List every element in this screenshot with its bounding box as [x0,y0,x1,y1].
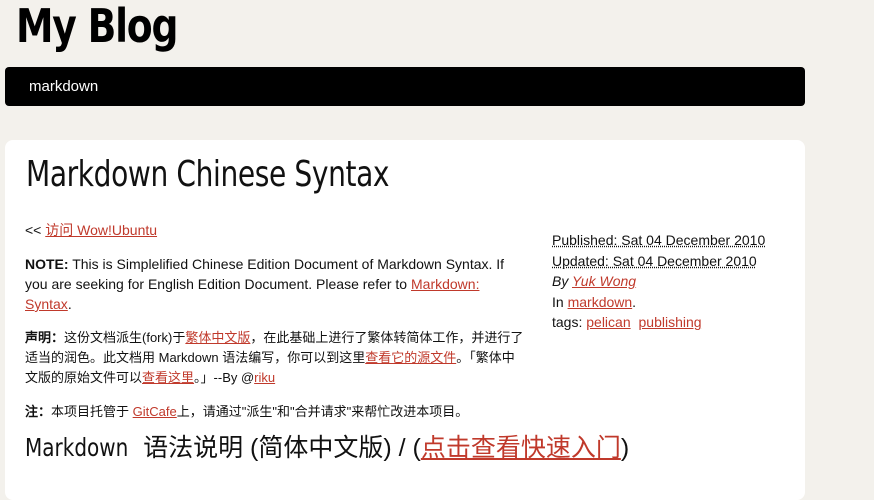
note-paragraph: NOTE: This is Simplelified Chinese Editi… [25,254,525,314]
category-end: . [632,293,637,310]
source-file-link[interactable]: 查看它的源文件 [365,350,456,365]
original-file-link[interactable]: 查看这里 [142,370,194,385]
author-link[interactable]: Yuk Wong [572,273,636,289]
statement-paragraph: 声明：这份文档派生(fork)于繁体中文版，在此基础上进行了繁体转简体工作，并进… [25,328,525,388]
tag-pelican[interactable]: pelican [586,314,630,330]
site-title[interactable]: My Blog [16,0,178,54]
author-line: By Yuk Wong [552,271,792,292]
riku-link[interactable]: riku [254,370,275,385]
quick-start-link[interactable]: 点击查看快速入门 [421,434,621,462]
tags-label: tags: [552,314,583,330]
section-heading-text: 语法说明 (简体中文版) / ( [143,434,421,462]
in-prefix: In [552,293,564,310]
gitcafe-link[interactable]: GitCafe [133,404,177,419]
published-date: Published: Sat 04 December 2010 [552,230,792,251]
section-heading-end: ) [620,434,630,462]
updated-label: Updated: Sat 04 December 2010 [552,252,757,269]
traditional-chinese-link[interactable]: 繁体中文版 [185,330,250,345]
article-body: << 访问 Wow!Ubuntu NOTE: This is Simplelif… [25,220,525,436]
article-title: Markdown Chinese Syntax [26,154,390,195]
note-label: NOTE: [25,256,69,272]
hosting-text-1: 本项目托管于 [51,404,130,419]
article-card: Markdown Chinese Syntax << 访问 Wow!Ubuntu… [5,140,805,500]
note-end: . [67,296,72,312]
hosting-label: 注： [25,404,52,419]
statement-text-4: 。」--By @ [194,370,255,385]
back-prefix: << [25,222,42,238]
statement-text-1: 这份文档派生(fork)于 [64,330,186,345]
nav-item-markdown[interactable]: markdown [29,78,98,95]
hosting-text-2: 上，请通过"派生"和"合并请求"来帮忙改进本项目。 [176,404,469,419]
tags-line: tags: pelican publishing [552,312,792,333]
hosting-paragraph: 注：本项目托管于 GitCafe上，请通过"派生"和"合并请求"来帮忙改进本项目… [25,402,525,422]
updated-date: Updated: Sat 04 December 2010 [552,251,792,272]
section-heading: Markdown 语法说明 (简体中文版) / (点击查看快速入门) [25,428,629,464]
section-heading-latin: Markdown [25,433,129,462]
navbar: markdown [5,67,805,106]
article-meta: Published: Sat 04 December 2010 Updated:… [552,230,792,333]
published-label: Published: Sat 04 December 2010 [552,232,766,248]
back-paragraph: << 访问 Wow!Ubuntu [25,220,525,240]
statement-label: 声明： [25,330,65,345]
category-line: In markdown. [552,292,792,313]
tag-publishing[interactable]: publishing [639,314,702,330]
category-link[interactable]: markdown [568,294,633,310]
wow-ubuntu-link[interactable]: 访问 Wow!Ubuntu [45,222,157,238]
by-prefix: By [552,273,569,289]
